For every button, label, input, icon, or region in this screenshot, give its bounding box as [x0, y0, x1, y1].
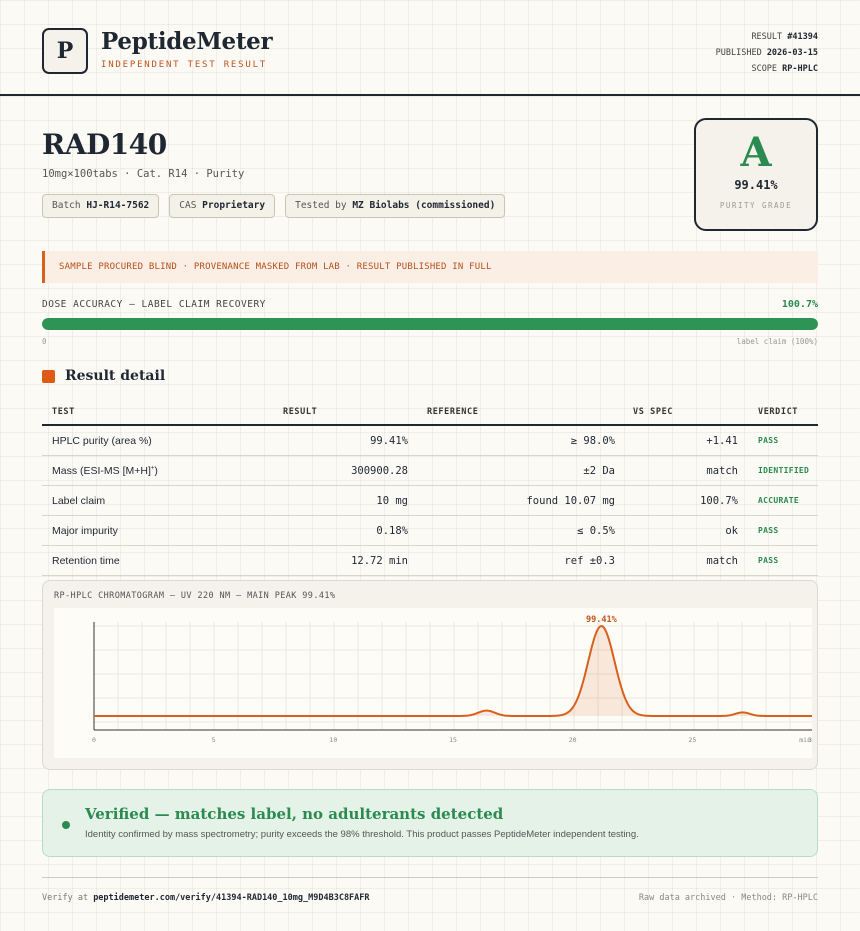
cell-result: 99.41%	[272, 425, 408, 456]
product-title: RAD140	[42, 128, 167, 161]
verify-link[interactable]: peptidemeter.com/verify/41394-RAD140_10m…	[93, 893, 369, 903]
cell-reference: found 10.07 mg	[408, 485, 615, 516]
footer-method: Raw data archived · Method: RP-HPLC	[638, 893, 818, 903]
col-verdict: VERDICT	[738, 400, 818, 426]
verify-line: Verify at peptidemeter.com/verify/41394-…	[42, 893, 370, 903]
cell-test-text: Mass (ESI-MS [M+H]	[52, 464, 151, 477]
product-chips: Batch HJ-R14-7562 CAS Proprietary Tested…	[42, 194, 506, 218]
col-result: RESULT	[272, 400, 408, 426]
x-unit-label: min	[799, 736, 811, 744]
cell-test: Retention time	[42, 545, 272, 576]
col-test: TEST	[42, 400, 272, 426]
cell-test: HPLC purity (area %)	[42, 425, 272, 456]
cell-result: 12.72 min	[272, 545, 408, 576]
x-tick-label: 0	[92, 736, 96, 744]
logo-icon: P	[42, 28, 88, 74]
cell-vs-spec: match	[615, 455, 738, 486]
dose-min-label: 0	[42, 337, 47, 346]
cell-verdict: IDENTIFIED	[738, 455, 818, 486]
cas-label: CAS	[179, 200, 197, 211]
cell-test: Major impurity	[42, 515, 272, 546]
chromatogram-title: RP-HPLC CHROMATOGRAM — UV 220 NM — MAIN …	[54, 591, 336, 601]
cell-reference: ref ±0.3	[408, 545, 615, 576]
cell-reference: ≥ 98.0%	[408, 425, 615, 456]
result-id: #41394	[787, 32, 818, 42]
brand-name: PeptideMeter	[101, 28, 273, 55]
dose-progress-fill	[42, 318, 818, 330]
grade-value: 99.41%	[734, 178, 778, 192]
dose-accuracy-label: DOSE ACCURACY — LABEL CLAIM RECOVERY	[42, 299, 266, 310]
result-label: RESULT	[751, 32, 783, 42]
x-tick-label: 10	[329, 736, 337, 744]
cell-verdict: PASS	[738, 515, 818, 546]
col-vs-spec: VS SPEC	[615, 400, 738, 426]
grade-letter: A	[740, 129, 772, 176]
col-reference: REFERENCE	[408, 400, 615, 426]
dose-progress-bar	[42, 318, 818, 330]
batch-chip: Batch HJ-R14-7562	[42, 194, 160, 218]
brand-subtitle: INDEPENDENT TEST RESULT	[101, 60, 268, 70]
x-tick-label: 25	[688, 736, 696, 744]
result-meta: RESULT #41394 PUBLISHED 2026-03-15 SCOPE…	[716, 29, 818, 77]
product-subtitle: 10mg×100tabs · Cat. R14 · Purity	[42, 168, 245, 180]
dose-accuracy-value: 100.7%	[781, 299, 818, 310]
cas-chip: CAS Proprietary	[169, 194, 276, 218]
scope-label: SCOPE	[751, 64, 778, 74]
tested-label: Tested by	[295, 200, 347, 211]
x-tick-label: 20	[569, 736, 577, 744]
cell-result: 10 mg	[272, 485, 408, 516]
cell-test-end: )	[154, 464, 158, 477]
table-row: Major impurity 0.18% ≤ 0.5% ok PASS	[42, 515, 818, 546]
table-row: HPLC purity (area %) 99.41% ≥ 98.0% +1.4…	[42, 425, 818, 456]
table-row: Label claim 10 mg found 10.07 mg 100.7% …	[42, 485, 818, 516]
batch-value: HJ-R14-7562	[86, 200, 150, 211]
verified-dot-icon	[62, 821, 70, 829]
cell-vs-spec: ok	[615, 515, 738, 546]
cell-vs-spec: +1.41	[615, 425, 738, 456]
x-tick-label: 5	[212, 736, 216, 744]
cell-verdict: PASS	[738, 545, 818, 576]
dose-max-label: label claim (100%)	[736, 337, 818, 346]
published-date: 2026-03-15	[766, 48, 818, 58]
footer-divider	[42, 877, 818, 878]
plot-background	[54, 608, 812, 758]
cell-test: Label claim	[42, 485, 272, 516]
cas-value: Proprietary	[202, 200, 266, 211]
cell-test: Mass (ESI-MS [M+H]+)	[42, 455, 272, 486]
results-table: TEST RESULT REFERENCE VS SPEC VERDICT HP…	[42, 400, 818, 576]
cell-verdict: ACCURATE	[738, 485, 818, 516]
section-marker-icon	[42, 370, 55, 383]
table-row: Retention time 12.72 min ref ±0.3 match …	[42, 545, 818, 576]
verified-banner: Verified — matches label, no adulterants…	[42, 789, 818, 857]
scope-value: RP-HPLC	[782, 64, 818, 74]
verified-subtitle: Identity confirmed by mass spectrometry;…	[85, 829, 639, 840]
batch-label: Batch	[52, 200, 81, 211]
tested-by-chip: Tested by MZ Biolabs (commissioned)	[285, 194, 506, 218]
tested-value: MZ Biolabs (commissioned)	[352, 200, 496, 211]
grade-label: PURITY GRADE	[719, 201, 793, 210]
cell-reference: ≤ 0.5%	[408, 515, 615, 546]
cell-result: 0.18%	[272, 515, 408, 546]
purity-grade-card: A 99.41% PURITY GRADE	[694, 118, 818, 231]
cell-verdict: PASS	[738, 425, 818, 456]
section-title: Result detail	[65, 368, 166, 384]
verified-title: Verified — matches label, no adulterants…	[85, 805, 504, 823]
blind-notice: SAMPLE PROCURED BLIND · PROVENANCE MASKE…	[42, 251, 818, 283]
cell-vs-spec: 100.7%	[615, 485, 738, 516]
cell-reference: ±2 Da	[408, 455, 615, 486]
cell-result: 300900.28	[272, 455, 408, 486]
x-tick-label: 15	[449, 736, 457, 744]
table-header-row: TEST RESULT REFERENCE VS SPEC VERDICT	[42, 400, 818, 426]
verify-prefix: Verify at	[42, 893, 89, 903]
published-label: PUBLISHED	[715, 48, 762, 58]
chromatogram-panel: RP-HPLC CHROMATOGRAM — UV 220 NM — MAIN …	[42, 580, 818, 770]
cell-vs-spec: match	[615, 545, 738, 576]
table-row: Mass (ESI-MS [M+H]+) 300900.28 ±2 Da mat…	[42, 455, 818, 486]
page-header: P PeptideMeter INDEPENDENT TEST RESULT R…	[0, 0, 860, 96]
peak-label: 99.41%	[586, 615, 618, 625]
chromatogram-plot: 99.41% 051015202530min	[54, 608, 812, 758]
